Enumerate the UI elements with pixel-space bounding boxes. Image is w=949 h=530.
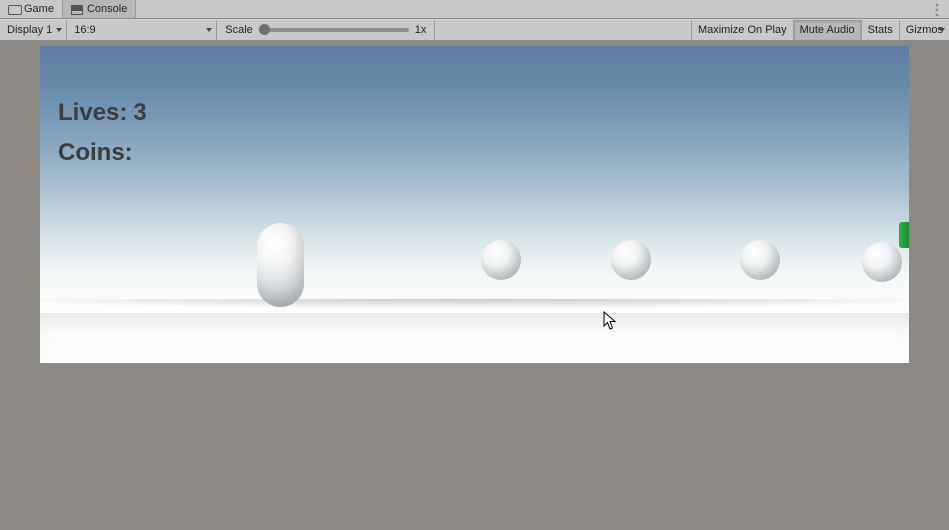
horizon-shadow [40, 299, 909, 313]
lives-label: Lives: [58, 93, 127, 133]
green-object [899, 222, 909, 248]
scale-control: Scale 1x [217, 20, 435, 40]
hud-lives: Lives: 3 [58, 93, 147, 133]
maximize-on-play-button[interactable]: Maximize On Play [691, 20, 793, 40]
maximize-on-play-label: Maximize On Play [698, 24, 787, 36]
game-toolbar: Display 1 16:9 Scale 1x Maximize On Play… [0, 19, 949, 41]
tab-console[interactable]: Console [63, 0, 136, 18]
coin-sphere [740, 240, 780, 280]
ground-far [40, 363, 909, 526]
gizmos-label: Gizmos [906, 24, 943, 36]
tab-menu-button[interactable] [929, 0, 945, 19]
coins-label: Coins: [58, 133, 133, 173]
display-dropdown[interactable]: Display 1 [0, 20, 67, 40]
kebab-icon [935, 3, 939, 17]
game-icon [8, 3, 20, 15]
ground-platform [40, 313, 909, 363]
aspect-dropdown-label: 16:9 [74, 24, 95, 36]
coin-sphere [862, 242, 902, 282]
mute-audio-button[interactable]: Mute Audio [793, 20, 861, 40]
player-capsule [257, 223, 304, 307]
aspect-dropdown[interactable]: 16:9 [67, 20, 217, 40]
coin-sphere [611, 240, 651, 280]
stats-label: Stats [868, 24, 893, 36]
hud-coins: Coins: [58, 133, 147, 173]
tab-bar: Game Console [0, 0, 949, 19]
tab-game-label: Game [24, 3, 54, 15]
hud: Lives: 3 Coins: [58, 93, 147, 172]
coin-sphere [481, 240, 521, 280]
display-dropdown-label: Display 1 [7, 24, 52, 36]
console-icon [71, 3, 83, 15]
scale-value: 1x [415, 24, 427, 36]
toolbar-right: Maximize On Play Mute Audio Stats Gizmos [691, 20, 949, 40]
stats-button[interactable]: Stats [861, 20, 899, 40]
editor-window: Game Console Display 1 16:9 Scale [0, 0, 949, 530]
gizmos-dropdown[interactable]: Gizmos [899, 20, 949, 40]
tab-console-label: Console [87, 3, 127, 15]
tab-game[interactable]: Game [0, 0, 63, 18]
scale-slider[interactable] [259, 28, 409, 32]
game-view[interactable]: Lives: 3 Coins: [40, 46, 909, 526]
lives-value: 3 [133, 93, 146, 133]
mute-audio-label: Mute Audio [800, 24, 855, 36]
viewport-container: Lives: 3 Coins: [0, 41, 949, 530]
scale-slider-knob[interactable] [259, 24, 270, 35]
scale-label: Scale [225, 24, 253, 36]
sky [40, 46, 909, 313]
